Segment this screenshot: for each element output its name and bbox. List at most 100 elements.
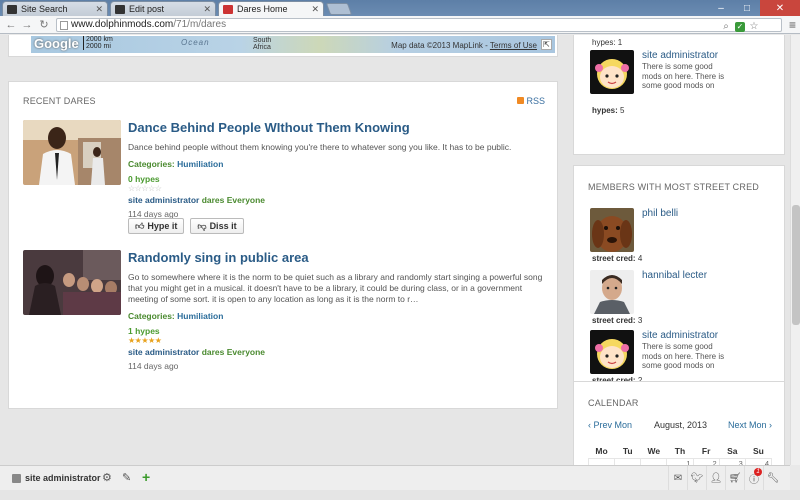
scrollbar-thumb[interactable]	[792, 205, 800, 325]
avatar[interactable]	[590, 50, 634, 94]
dare-title-link[interactable]: Randomly sing in public area	[128, 250, 543, 265]
target-link[interactable]: Everyone	[227, 347, 265, 357]
prev-month-link[interactable]: ‹ Prev Mon	[588, 420, 632, 430]
weekday-header: Tu	[622, 445, 633, 456]
weekday-header: Fr	[701, 445, 711, 456]
mail-icon[interactable]: ✉	[668, 466, 687, 491]
user-name: site administrator	[25, 473, 101, 483]
weekday-header: Sa	[727, 445, 738, 456]
target-link[interactable]: Everyone	[227, 195, 265, 205]
tab-label: Dares Home	[237, 4, 288, 14]
calendar-day	[640, 457, 668, 465]
author-link[interactable]: site administrator	[128, 195, 199, 205]
calendar-day	[614, 457, 642, 465]
user-menu[interactable]: site administrator	[12, 473, 101, 483]
new-tab-button[interactable]	[325, 3, 353, 15]
dare-thumbnail[interactable]	[23, 250, 121, 315]
dare-categories: Categories: Humiliation	[128, 311, 224, 321]
gear-icon[interactable]: ⚙	[102, 471, 112, 484]
section-heading: RECENT DARES	[23, 96, 96, 106]
map-expand-icon[interactable]: ⇱	[541, 39, 552, 50]
street-cred-panel: MEMBERS WITH MOST STREET CRED phil belli…	[573, 165, 785, 401]
maximize-icon[interactable]: □	[734, 0, 760, 16]
avatar[interactable]	[590, 330, 634, 374]
dare-title-link[interactable]: Dance Behind People WIthout Them Knowing	[128, 120, 543, 135]
tab-dares-home[interactable]: Dares Home ✕	[218, 1, 324, 17]
bookmark-star-icon[interactable]: ☆	[749, 22, 759, 32]
member-item: site administrator There is some good mo…	[590, 50, 780, 120]
map-panel: Google 2000 km 2000 mi Ocean South Africa …	[8, 35, 558, 57]
page-scrollbar[interactable]	[790, 35, 800, 465]
page-bottom	[0, 490, 800, 500]
reload-icon[interactable]: ↻	[37, 18, 51, 32]
close-icon[interactable]: ✕	[95, 4, 103, 15]
search-icon[interactable]: ⌕	[721, 22, 731, 32]
browser-tab-strip: Site Search ✕ Edit post ✕ Dares Home ✕ –…	[0, 0, 800, 17]
member-name-link[interactable]: phil belli	[642, 208, 678, 219]
page-icon	[60, 21, 68, 30]
dare-thumbnail[interactable]	[23, 120, 121, 185]
rss-icon	[517, 97, 525, 104]
forward-arrow-icon[interactable]: →	[20, 18, 34, 32]
back-arrow-icon[interactable]: ←	[4, 18, 18, 32]
calendar-day	[587, 457, 616, 465]
minimize-icon[interactable]: –	[708, 0, 734, 16]
user-silhouette-icon[interactable]: 👤︎	[706, 466, 725, 491]
member-stat: street cred: 4	[592, 254, 643, 263]
extension-icon[interactable]: ✓	[735, 22, 745, 32]
map-credit: Map data ©2013 MapLink - Terms of Use	[391, 41, 537, 50]
dares-favicon-icon	[223, 5, 233, 14]
admin-toolbar: site administrator ⚙ ✎ + ✉ 🐦︎ 👤︎ 🛒︎ ⓘ 1 🔧…	[0, 465, 790, 494]
dare-description: Go to somewhere where it is the norm to …	[128, 272, 543, 304]
url-path: /71/m/dares	[173, 19, 227, 30]
recent-dares-panel: RECENT DARES RSS Dance Behind People WIt…	[8, 81, 558, 409]
dare-byline: site administrator dares Everyone	[128, 195, 266, 205]
hype-it-button[interactable]: 👍︎ Hype it	[128, 218, 185, 234]
next-month-link[interactable]: Next Mon ›	[728, 420, 772, 430]
info-icon[interactable]: ⓘ 1	[744, 466, 763, 491]
avatar[interactable]	[590, 208, 634, 252]
weekday-header: Su	[752, 445, 764, 456]
menu-icon[interactable]: ≡	[789, 18, 796, 32]
tab-site-search[interactable]: Site Search ✕	[2, 1, 108, 16]
tab-label: Edit post	[129, 4, 165, 14]
member-item: hannibal lecter street cred: 3	[590, 270, 780, 330]
member-name-link[interactable]: site administrator	[642, 330, 718, 341]
window-close-icon[interactable]: ✕	[760, 0, 800, 16]
calendar-day[interactable]: 4	[744, 457, 773, 465]
twitter-icon[interactable]: 🐦︎	[687, 466, 706, 491]
member-stat: street cred: 3	[592, 316, 643, 325]
toolbar-actions: ✉ 🐦︎ 👤︎ 🛒︎ ⓘ 1 🔧︎	[668, 466, 782, 491]
calendar-day[interactable]: 2	[692, 457, 720, 465]
category-link[interactable]: Humiliation	[177, 159, 223, 169]
address-bar-input[interactable]: www.dolphinmods.com/71/m/dares ⌕ ✓ ☆	[56, 18, 782, 32]
member-description: There is some good mods on here. There i…	[642, 62, 725, 90]
member-stat: hypes: 1	[592, 38, 623, 47]
author-link[interactable]: site administrator	[128, 347, 199, 357]
window-controls: – □ ✕	[708, 0, 800, 16]
map[interactable]: Google 2000 km 2000 mi Ocean South Africa …	[31, 36, 555, 53]
calendar-month: August, 2013	[654, 420, 708, 430]
member-name-link[interactable]: hannibal lecter	[642, 270, 707, 281]
site-favicon-icon	[115, 5, 125, 14]
avatar[interactable]	[590, 270, 634, 314]
add-icon[interactable]: +	[142, 469, 150, 485]
category-link[interactable]: Humiliation	[177, 311, 223, 321]
tab-edit-post[interactable]: Edit post ✕	[110, 1, 216, 16]
calendar-day[interactable]: 1	[666, 457, 694, 465]
section-heading: CALENDAR	[588, 398, 639, 408]
close-icon[interactable]: ✕	[311, 4, 319, 15]
rating-stars: ☆☆☆☆☆	[128, 184, 162, 193]
rss-link[interactable]: RSS	[517, 96, 545, 106]
calendar-day[interactable]: 3	[718, 457, 746, 465]
terms-of-use-link[interactable]: Terms of Use	[490, 41, 537, 50]
diss-it-button[interactable]: 👎︎ Diss it	[190, 218, 244, 234]
edit-icon[interactable]: ✎	[122, 471, 131, 484]
hype-count: 0 hypes	[128, 174, 160, 184]
map-logo: Google	[34, 36, 79, 51]
cart-icon[interactable]: 🛒︎	[725, 466, 744, 491]
wrench-icon[interactable]: 🔧︎	[763, 466, 782, 491]
close-icon[interactable]: ✕	[203, 4, 211, 15]
member-name-link[interactable]: site administrator	[642, 50, 718, 61]
page-viewport: Google 2000 km 2000 mi Ocean South Africa …	[0, 35, 790, 465]
